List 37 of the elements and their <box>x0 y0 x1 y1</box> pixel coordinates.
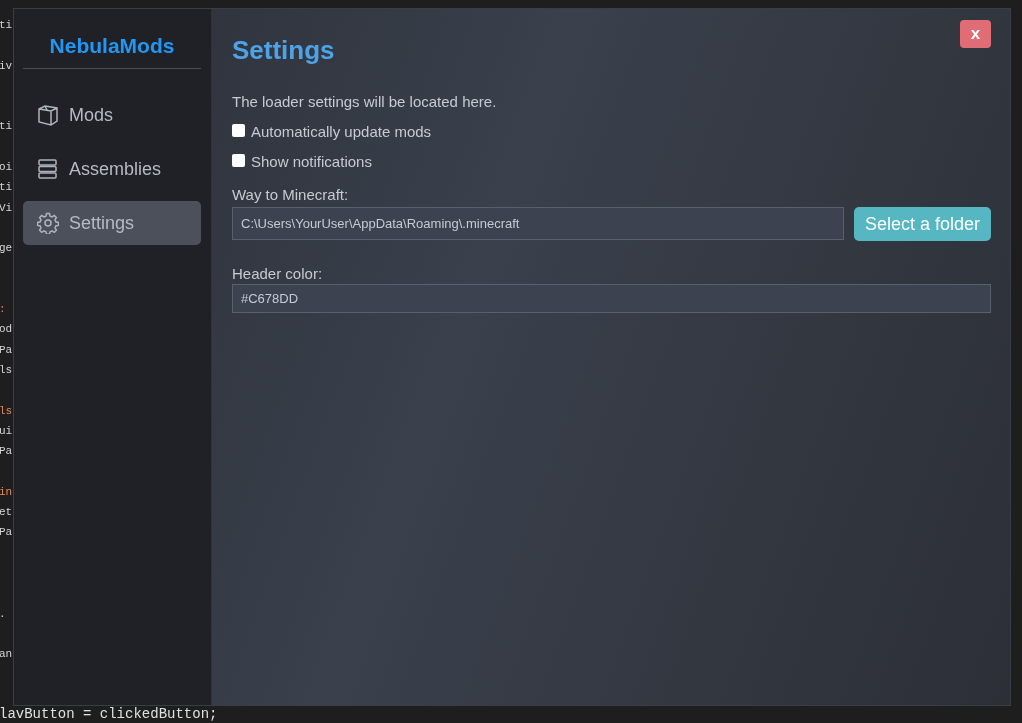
checkbox[interactable] <box>232 153 245 167</box>
box-icon <box>37 104 59 126</box>
code-fragment: ls <box>0 404 13 417</box>
description: The loader settings will be located here. <box>232 92 498 112</box>
field-label: Way to Minecraft: <box>232 186 349 203</box>
code-fragment: ui <box>0 424 13 437</box>
code-fragment: in <box>0 485 13 498</box>
field-label: Header color: <box>232 265 323 282</box>
code-fragment: ti <box>0 120 13 133</box>
settings-icon <box>37 212 59 234</box>
code-fragment: ls <box>0 364 13 377</box>
app-logo: NebulaMods <box>49 34 175 58</box>
code-fragment: ti <box>0 181 13 194</box>
nav-item[interactable]: Settings <box>23 201 201 245</box>
stack-icon <box>37 158 59 180</box>
code-line: lavButton = clickedButton; <box>0 706 218 722</box>
code-fragment: od <box>0 323 13 336</box>
checkbox-label: Show notifications <box>251 152 372 172</box>
code-fragment: oi <box>0 161 13 174</box>
code-fragment: Pa <box>0 445 13 458</box>
checkbox[interactable] <box>232 123 245 137</box>
code-fragment: Pa <box>0 526 13 539</box>
code-fragment: ti <box>0 19 13 31</box>
color-field[interactable]: #C678DD <box>232 284 991 313</box>
code-fragment: ge <box>0 242 13 255</box>
code-fragment: iv <box>0 59 13 72</box>
code-fragment: an <box>0 648 13 661</box>
page-title: Settings <box>232 35 335 65</box>
path-field[interactable]: C:\Users\YourUser\AppData\Roaming\.minecraft <box>232 207 844 240</box>
nav-item[interactable]: Mods <box>23 93 201 137</box>
code-fragment: Pa <box>0 343 13 356</box>
checkbox-label: Automatically update mods <box>251 122 432 142</box>
nav-item[interactable]: Assemblies <box>23 147 201 191</box>
code-fragment: : <box>0 303 6 316</box>
code-fragment: . <box>0 607 6 620</box>
code-fragment: et <box>0 506 13 519</box>
close-button[interactable]: x <box>960 20 991 48</box>
